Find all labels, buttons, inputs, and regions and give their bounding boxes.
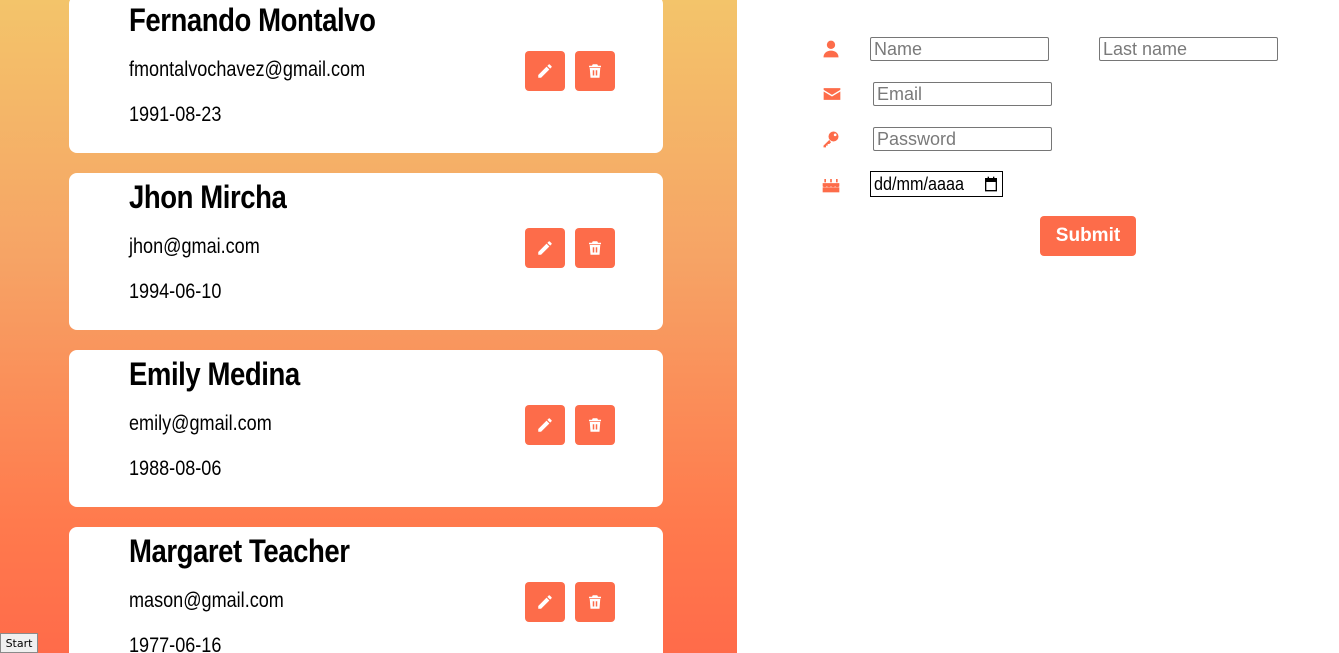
contact-email: mason@gmail.com	[129, 589, 284, 612]
edit-button[interactable]	[525, 405, 565, 445]
trash-icon	[589, 595, 601, 609]
trash-icon	[589, 64, 601, 78]
contact-card: Jhon Mircha jhon@gmai.com 1994-06-10	[69, 173, 663, 330]
trash-icon	[589, 241, 601, 255]
email-input[interactable]	[873, 82, 1052, 106]
password-input[interactable]	[873, 127, 1052, 151]
contact-name: Fernando Montalvo	[129, 2, 376, 38]
contact-email: jhon@gmai.com	[129, 235, 260, 258]
edit-button[interactable]	[525, 228, 565, 268]
delete-button[interactable]	[575, 228, 615, 268]
calendar-icon[interactable]	[983, 176, 999, 192]
contact-name: Emily Medina	[129, 356, 300, 392]
contact-name: Jhon Mircha	[129, 179, 287, 215]
date-placeholder: dd/mm/aaaa	[874, 173, 965, 194]
contact-card: Fernando Montalvo fmontalvochavez@gmail.…	[69, 0, 663, 153]
start-button[interactable]: Start	[0, 633, 38, 653]
contact-birthdate: 1988-08-06	[129, 457, 222, 480]
contact-birthdate: 1991-08-23	[129, 103, 222, 126]
delete-button[interactable]	[575, 51, 615, 91]
contact-email: emily@gmail.com	[129, 412, 272, 435]
pencil-icon	[538, 595, 552, 609]
contact-birthdate: 1977-06-16	[129, 634, 222, 653]
edit-button[interactable]	[525, 51, 565, 91]
contact-card: Emily Medina emily@gmail.com 1988-08-06	[69, 350, 663, 507]
pencil-icon	[538, 418, 552, 432]
contact-birthdate: 1994-06-10	[129, 280, 222, 303]
delete-button[interactable]	[575, 582, 615, 622]
user-icon	[821, 39, 841, 59]
submit-button[interactable]: Submit	[1040, 216, 1136, 256]
birthdate-input[interactable]: dd/mm/aaaa	[870, 171, 1003, 197]
trash-icon	[589, 418, 601, 432]
contact-card: Margaret Teacher mason@gmail.com 1977-06…	[69, 527, 663, 653]
contacts-panel: Fernando Montalvo fmontalvochavez@gmail.…	[0, 0, 737, 653]
delete-button[interactable]	[575, 405, 615, 445]
pencil-icon	[538, 64, 552, 78]
cake-icon	[821, 174, 841, 194]
contact-email: fmontalvochavez@gmail.com	[129, 58, 366, 81]
last-name-input[interactable]	[1099, 37, 1278, 61]
key-icon	[821, 129, 841, 149]
name-input[interactable]	[870, 37, 1049, 61]
envelope-icon	[822, 84, 842, 104]
contact-name: Margaret Teacher	[129, 533, 350, 569]
pencil-icon	[538, 241, 552, 255]
edit-button[interactable]	[525, 582, 565, 622]
